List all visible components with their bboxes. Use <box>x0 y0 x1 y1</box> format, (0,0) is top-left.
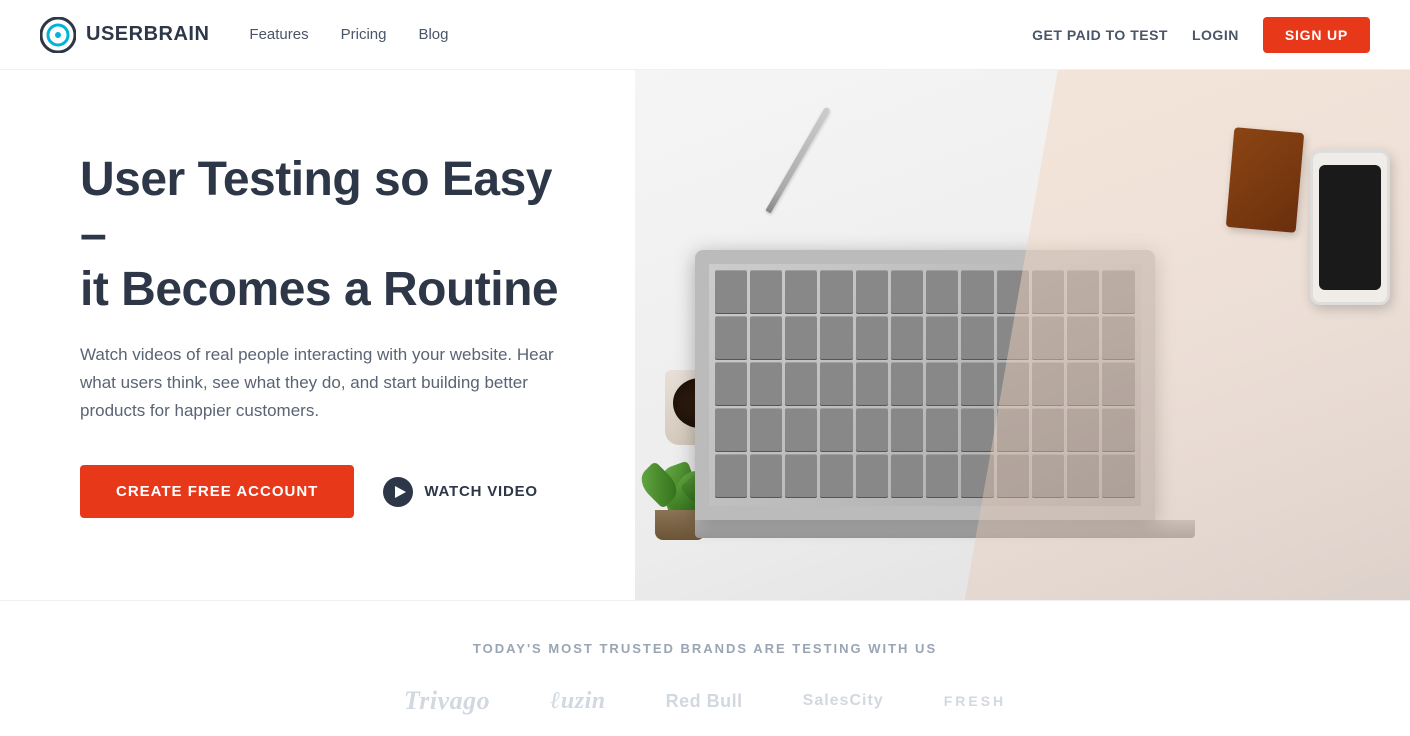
hero-section: User Testing so Easy –it Becomes a Routi… <box>0 70 1410 600</box>
nav-pricing[interactable]: Pricing <box>341 26 387 43</box>
key <box>715 408 747 451</box>
nav-blog[interactable]: Blog <box>418 26 448 43</box>
trusted-section: TODAY'S MOST TRUSTED BRANDS ARE TESTING … <box>0 600 1410 736</box>
brand-trivago: Trivago <box>404 686 490 716</box>
key <box>750 270 782 313</box>
key <box>785 316 817 359</box>
watch-video-button[interactable]: WATCH VIDEO <box>382 476 538 508</box>
key <box>750 408 782 451</box>
hero-subtitle: Watch videos of real people interacting … <box>80 341 560 425</box>
key <box>856 270 888 313</box>
nav-links: Features Pricing Blog <box>249 26 448 44</box>
key <box>926 316 958 359</box>
key <box>820 408 852 451</box>
hero-title: User Testing so Easy –it Becomes a Routi… <box>80 152 560 318</box>
logo-icon <box>40 17 76 53</box>
key <box>926 270 958 313</box>
brand-name: USERBRAIN <box>86 23 209 46</box>
key <box>785 454 817 497</box>
watch-video-label: WATCH VIDEO <box>424 483 538 500</box>
key <box>856 408 888 451</box>
hero-image <box>635 70 1410 600</box>
brand-redbull: Red Bull <box>666 691 743 712</box>
key <box>820 362 852 405</box>
key <box>961 270 993 313</box>
key <box>750 316 782 359</box>
key <box>715 454 747 497</box>
trusted-label: TODAY'S MOST TRUSTED BRANDS ARE TESTING … <box>40 641 1370 656</box>
key <box>715 316 747 359</box>
brand-logos: Trivago ℓuzin Red Bull SalesCity FRESH <box>40 686 1370 716</box>
key <box>856 454 888 497</box>
phone-screen <box>1319 165 1381 290</box>
logo-link[interactable]: USERBRAIN <box>40 17 209 53</box>
key <box>785 270 817 313</box>
nav-get-paid-link[interactable]: GET PAID TO TEST <box>1032 27 1168 43</box>
key <box>961 408 993 451</box>
create-account-button[interactable]: CREATE FREE ACCOUNT <box>80 465 354 518</box>
brand-salescity: SalesCity <box>803 692 884 710</box>
hero-cta: CREATE FREE ACCOUNT WATCH VIDEO <box>80 465 560 518</box>
navbar: USERBRAIN Features Pricing Blog GET PAID… <box>0 0 1410 70</box>
key <box>926 454 958 497</box>
key <box>750 362 782 405</box>
play-icon <box>382 476 414 508</box>
key <box>785 408 817 451</box>
key <box>856 316 888 359</box>
key <box>856 362 888 405</box>
navbar-right: GET PAID TO TEST LOGIN SIGN UP <box>1032 17 1370 53</box>
nav-signup-button[interactable]: SIGN UP <box>1263 17 1370 53</box>
nav-features[interactable]: Features <box>249 26 308 43</box>
key <box>891 454 923 497</box>
key <box>820 454 852 497</box>
key <box>891 316 923 359</box>
nav-login-link[interactable]: LOGIN <box>1192 27 1239 43</box>
brand-fresh: FRESH <box>944 693 1006 709</box>
key <box>891 408 923 451</box>
navbar-left: USERBRAIN Features Pricing Blog <box>40 17 449 53</box>
key <box>715 362 747 405</box>
key <box>715 270 747 313</box>
key <box>891 270 923 313</box>
key <box>961 362 993 405</box>
key <box>820 270 852 313</box>
phone-decoration <box>1310 150 1390 305</box>
key <box>785 362 817 405</box>
hero-content: User Testing so Easy –it Becomes a Routi… <box>0 92 600 579</box>
notebook-decoration <box>1226 127 1304 233</box>
key <box>891 362 923 405</box>
key <box>926 408 958 451</box>
key <box>750 454 782 497</box>
key <box>961 316 993 359</box>
brand-luzin: ℓuzin <box>550 688 605 715</box>
key <box>926 362 958 405</box>
key <box>820 316 852 359</box>
